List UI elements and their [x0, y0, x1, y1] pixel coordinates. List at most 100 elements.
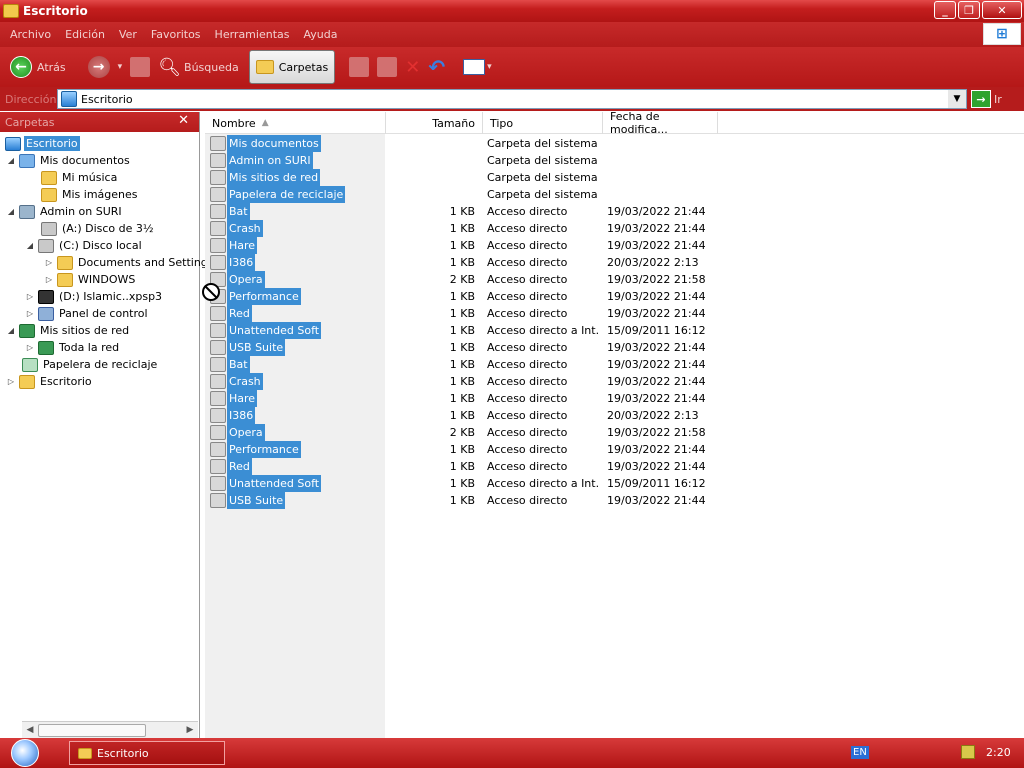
tree-item-disco-local[interactable]: ◢ (C:) Disco local	[25, 237, 144, 254]
tree-item-mis-imagenes[interactable]: Mis imágenes	[38, 186, 140, 203]
tree-item-windows[interactable]: ▷ WINDOWS	[44, 271, 137, 288]
tree-item-mis-documentos[interactable]: ◢ Mis documentos	[6, 152, 132, 169]
unavailable-cursor-icon	[202, 283, 220, 301]
tree-item-escritorio-2[interactable]: ▷ Escritorio	[6, 373, 94, 390]
file-type: Acceso directo	[487, 426, 568, 439]
collapse-icon[interactable]: ◢	[6, 156, 16, 165]
close-pane-icon[interactable]: ✕	[178, 113, 189, 128]
file-type: Carpeta del sistema	[487, 188, 598, 201]
sort-ascending-icon: ▲	[261, 118, 269, 128]
tray-icon[interactable]	[961, 745, 975, 759]
address-dropdown-icon[interactable]: ▼	[948, 90, 966, 108]
tree-item-panel-de-control[interactable]: ▷ Panel de control	[25, 305, 150, 322]
file-row[interactable]: Opera 2 KB Acceso directo 19/03/2022 21:58	[205, 424, 1024, 441]
tree-item-label: Escritorio	[24, 136, 80, 151]
expand-icon[interactable]: ▷	[6, 377, 16, 386]
file-name: USB Suite	[227, 339, 286, 356]
tree-item-toda-la-red[interactable]: ▷ Toda la red	[25, 339, 121, 356]
maximize-button[interactable]: ❐	[958, 1, 980, 19]
file-date: 15/09/2011 16:12	[607, 324, 706, 337]
go-arrow-icon[interactable]: →	[971, 90, 991, 108]
undo-button[interactable]: ↶	[424, 50, 449, 84]
file-row[interactable]: Admin on SURI Carpeta del sistema	[205, 152, 1024, 169]
column-header-date[interactable]: Fecha de modifica...	[603, 110, 718, 136]
file-row[interactable]: Bat 1 KB Acceso directo 19/03/2022 21:44	[205, 356, 1024, 373]
menu-ayuda[interactable]: Ayuda	[303, 28, 337, 41]
up-button[interactable]	[126, 50, 154, 84]
column-header-name[interactable]: Nombre ▲	[205, 112, 386, 134]
forward-dropdown-icon[interactable]: ▾	[118, 62, 123, 72]
file-row[interactable]: Mis sitios de red Carpeta del sistema	[205, 169, 1024, 186]
search-button[interactable]: 🔍︎ Búsqueda	[154, 50, 243, 84]
folder-icon	[57, 272, 73, 287]
expand-icon[interactable]: ▷	[25, 343, 35, 352]
minimize-button[interactable]: _	[934, 1, 956, 19]
file-row[interactable]: Hare 1 KB Acceso directo 19/03/2022 21:44	[205, 237, 1024, 254]
file-date: 19/03/2022 21:44	[607, 239, 706, 252]
tree-item-floppy[interactable]: (A:) Disco de 3½	[38, 220, 156, 237]
collapse-icon[interactable]: ◢	[6, 326, 16, 335]
collapse-icon[interactable]: ◢	[25, 241, 35, 250]
column-header-label: Fecha de modifica...	[610, 110, 668, 136]
folders-button[interactable]: Carpetas	[248, 50, 336, 84]
folder-icon	[78, 747, 92, 759]
file-name: Mis documentos	[227, 135, 321, 152]
file-row[interactable]: Mis documentos Carpeta del sistema	[205, 135, 1024, 152]
copy-to-button[interactable]	[373, 50, 401, 84]
menu-favoritos[interactable]: Favoritos	[151, 28, 201, 41]
menu-archivo[interactable]: Archivo	[10, 28, 51, 41]
file-row[interactable]: Unattended Soft 1 KB Acceso directo a Int.…	[205, 322, 1024, 339]
address-input[interactable]: Escritorio ▼	[57, 89, 967, 109]
tree-item-mis-sitios-de-red[interactable]: ◢ Mis sitios de red	[6, 322, 131, 339]
forward-button[interactable]: → ▾	[84, 50, 127, 84]
language-indicator[interactable]: EN	[851, 746, 869, 759]
file-type: Acceso directo	[487, 290, 568, 303]
tree-item-cd-drive[interactable]: ▷ (D:) Islamic..xpsp3	[25, 288, 164, 305]
file-row[interactable]: Red 1 KB Acceso directo 19/03/2022 21:44	[205, 458, 1024, 475]
column-header-size[interactable]: Tamaño	[386, 112, 483, 134]
expand-icon[interactable]: ▷	[44, 275, 54, 284]
collapse-icon[interactable]: ◢	[6, 207, 16, 216]
taskbar-window-button[interactable]: Escritorio	[69, 741, 225, 765]
file-row[interactable]: Crash 1 KB Acceso directo 19/03/2022 21:44	[205, 220, 1024, 237]
delete-button[interactable]: ✕	[401, 50, 424, 84]
file-row[interactable]: I386 1 KB Acceso directo 20/03/2022 2:13	[205, 254, 1024, 271]
go-button-label[interactable]: Ir	[994, 93, 1002, 106]
file-row[interactable]: USB Suite 1 KB Acceso directo 19/03/2022 21…	[205, 492, 1024, 509]
file-row[interactable]: Red 1 KB Acceso directo 19/03/2022 21:44	[205, 305, 1024, 322]
expand-icon[interactable]: ▷	[25, 292, 35, 301]
file-row[interactable]: Performance 1 KB Acceso directo 19/03/2022 …	[205, 288, 1024, 305]
views-button[interactable]: ▾	[459, 50, 496, 84]
tree-item-mi-musica[interactable]: Mi música	[38, 169, 119, 186]
file-icon	[210, 153, 226, 168]
tree-item-documents-and-settings[interactable]: ▷ Documents and Settings	[44, 254, 216, 271]
move-to-button[interactable]	[345, 50, 373, 84]
expand-icon[interactable]: ▷	[25, 309, 35, 318]
menu-herramientas[interactable]: Herramientas	[215, 28, 290, 41]
file-row[interactable]: Crash 1 KB Acceso directo 19/03/2022 21:44	[205, 373, 1024, 390]
file-row[interactable]: I386 1 KB Acceso directo 20/03/2022 2:13	[205, 407, 1024, 424]
menu-ver[interactable]: Ver	[119, 28, 137, 41]
scrollbar-thumb[interactable]	[38, 723, 146, 737]
expand-icon[interactable]: ▷	[44, 258, 54, 267]
file-row[interactable]: Performance 1 KB Acceso directo 19/03/2022 …	[205, 441, 1024, 458]
file-row[interactable]: USB Suite 1 KB Acceso directo 19/03/2022 21…	[205, 339, 1024, 356]
tree-item-escritorio[interactable]: Escritorio	[2, 135, 80, 152]
horizontal-scrollbar[interactable]: ◀ ▶	[22, 721, 198, 738]
taskbar: Escritorio EN 2:20	[0, 738, 1024, 768]
file-row[interactable]: Opera 2 KB Acceso directo 19/03/2022 21:58	[205, 271, 1024, 288]
start-button[interactable]	[0, 738, 50, 768]
file-row[interactable]: Hare 1 KB Acceso directo 19/03/2022 21:44	[205, 390, 1024, 407]
file-row[interactable]: Papelera de reciclaje Carpeta del sistema	[205, 186, 1024, 203]
file-row[interactable]: Unattended Soft 1 KB Acceso directo a Int.…	[205, 475, 1024, 492]
column-header-type[interactable]: Tipo	[483, 112, 603, 134]
scroll-left-icon[interactable]: ◀	[22, 725, 38, 735]
menu-edicion[interactable]: Edición	[65, 28, 105, 41]
tree-item-papelera[interactable]: Papelera de reciclaje	[19, 356, 159, 373]
tree-item-admin-on-suri[interactable]: ◢ Admin on SURI	[6, 203, 124, 220]
delete-icon: ✕	[405, 56, 421, 78]
close-button[interactable]: ✕	[982, 1, 1022, 19]
file-row[interactable]: Bat 1 KB Acceso directo 19/03/2022 21:44	[205, 203, 1024, 220]
back-button[interactable]: ← Atrás	[6, 50, 70, 84]
scroll-right-icon[interactable]: ▶	[182, 725, 198, 735]
